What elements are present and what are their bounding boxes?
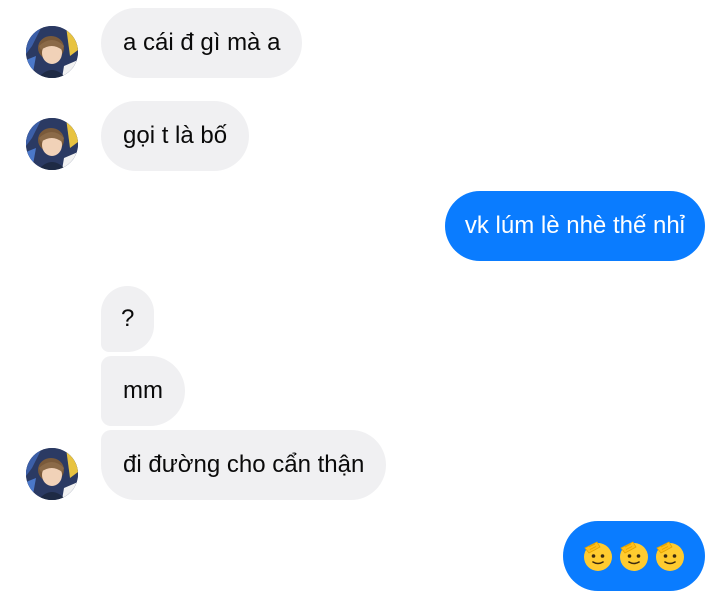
incoming-message-bubble[interactable]: a cái đ gì mà a	[101, 8, 303, 78]
incoming-message-bubble[interactable]: ?	[101, 286, 155, 352]
incoming-message-bubble[interactable]: gọi t là bố	[101, 101, 250, 171]
outgoing-message-bubble[interactable]: vk lúm lè nhè thế nhỉ	[444, 191, 705, 261]
contact-avatar[interactable]	[26, 118, 78, 170]
avatar-photo	[26, 118, 78, 170]
incoming-message-bubble[interactable]: mm	[101, 356, 185, 426]
message-text: mm	[123, 377, 163, 404]
contact-avatar[interactable]	[26, 448, 78, 500]
message-text: a cái đ gì mà a	[123, 29, 281, 56]
saluting-face-emoji-icon	[620, 541, 648, 571]
saluting-face-emoji-icon	[656, 541, 684, 571]
avatar-photo	[26, 448, 78, 500]
message-text: đi đường cho cẩn thận	[123, 451, 365, 478]
emoji-row	[581, 539, 687, 573]
avatar-photo	[26, 26, 78, 78]
message-text: gọi t là bố	[123, 122, 228, 149]
message-text: vk lúm lè nhè thế nhỉ	[464, 212, 685, 239]
message-text: ?	[121, 305, 135, 332]
outgoing-emoji-message-bubble[interactable]	[563, 521, 705, 591]
saluting-face-emoji-icon	[584, 541, 612, 571]
incoming-message-bubble[interactable]: đi đường cho cẩn thận	[101, 430, 387, 500]
contact-avatar[interactable]	[26, 26, 78, 78]
